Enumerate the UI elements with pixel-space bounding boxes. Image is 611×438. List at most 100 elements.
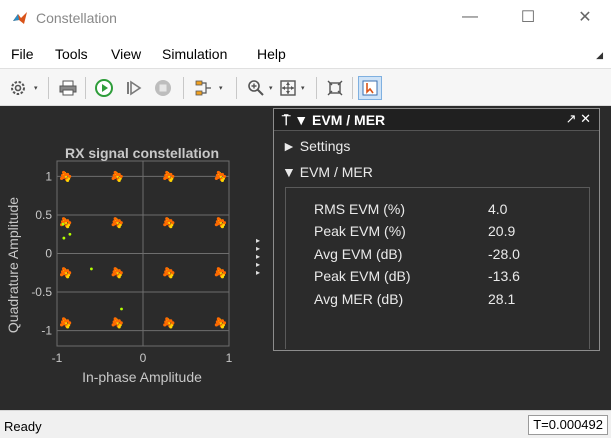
menu-tools[interactable]: Tools xyxy=(55,46,88,62)
zoom-dropdown-icon[interactable]: ▾ xyxy=(269,84,273,92)
status-bar: Ready T=0.000492 xyxy=(0,410,611,438)
settings-section-toggle[interactable]: ► Settings xyxy=(282,138,350,154)
axes-layer: -1 0 1 1 0.5 0 -0.5 -1 xyxy=(31,160,233,365)
metric-label: RMS EVM (%) xyxy=(314,201,405,217)
constellation-point xyxy=(222,321,226,325)
zoom-in-icon[interactable] xyxy=(246,78,266,98)
metric-label: Avg MER (dB) xyxy=(314,291,404,307)
metrics-table: RMS EVM (%) 4.0 Peak EVM (%) 20.9 Avg EV… xyxy=(285,187,590,349)
constellation-point xyxy=(66,225,70,229)
constellation-point xyxy=(117,178,121,183)
evm-mer-section-toggle[interactable]: ▼ EVM / MER xyxy=(282,164,373,180)
data-cursor-icon[interactable] xyxy=(358,76,382,100)
panel-header-controls[interactable]: ↗ ✕ xyxy=(566,111,591,127)
constellation-point xyxy=(214,273,218,277)
menu-bar: File Tools View Simulation Help ◢ xyxy=(0,38,611,68)
constellation-point xyxy=(214,323,218,327)
metric-value: 4.0 xyxy=(488,201,508,217)
signal-select-icon[interactable] xyxy=(194,78,214,98)
constellation-point xyxy=(64,219,68,223)
metric-value: 20.9 xyxy=(488,223,516,239)
constellation-point xyxy=(60,273,64,277)
metric-row: Avg MER (dB) 28.1 xyxy=(286,289,591,311)
constellation-point xyxy=(163,273,167,277)
constellation-point xyxy=(66,275,70,279)
outlier-point xyxy=(120,307,123,311)
fit-dropdown-icon[interactable]: ▾ xyxy=(301,84,305,92)
constellation-point xyxy=(115,269,119,273)
metric-row: Peak EVM (dB) -13.6 xyxy=(286,266,591,288)
constellation-point xyxy=(111,176,115,181)
constellation-point xyxy=(220,225,224,229)
constellation-point xyxy=(222,271,226,275)
chart-title: RX signal constellation xyxy=(65,145,219,161)
constellation-point xyxy=(214,223,218,227)
constellation-point xyxy=(171,174,175,179)
signal-select-dropdown-icon[interactable]: ▾ xyxy=(219,84,223,92)
close-button[interactable]: ✕ xyxy=(562,0,608,34)
constellation-point xyxy=(60,176,64,181)
minimize-button[interactable]: — xyxy=(447,0,493,34)
constellation-point xyxy=(169,178,173,183)
constellation-point xyxy=(171,221,175,225)
menu-simulation[interactable]: Simulation xyxy=(162,46,227,62)
print-icon[interactable] xyxy=(58,78,78,98)
constellation-point xyxy=(167,269,171,273)
constellation-point xyxy=(117,275,121,279)
constellation-point xyxy=(115,219,119,223)
constellation-point xyxy=(220,178,224,183)
constellation-point xyxy=(163,176,167,181)
menu-view[interactable]: View xyxy=(111,46,141,62)
constellation-point xyxy=(119,221,123,225)
toolbar-separator xyxy=(236,77,237,99)
maximize-button[interactable]: ☐ xyxy=(505,0,551,34)
outlier-point xyxy=(61,222,65,226)
constellation-point xyxy=(163,223,167,227)
metric-row: Peak EVM (%) 20.9 xyxy=(286,221,591,243)
metric-value: -28.0 xyxy=(488,246,520,262)
constellation-point xyxy=(111,223,115,227)
run-icon[interactable] xyxy=(94,78,114,98)
constellation-point xyxy=(222,174,226,179)
settings-icon[interactable] xyxy=(8,78,28,98)
stop-icon[interactable] xyxy=(153,78,173,98)
x-tick-label: -1 xyxy=(52,351,63,365)
constellation-point xyxy=(111,323,115,327)
step-forward-icon[interactable] xyxy=(124,78,144,98)
constellation-point xyxy=(117,225,121,229)
x-tick-label: 1 xyxy=(226,351,233,365)
panel-header: ⍑ ▼ EVM / MER ↗ ✕ xyxy=(274,109,599,131)
y-tick-label: 0 xyxy=(45,247,52,261)
constellation-point xyxy=(119,271,123,275)
menu-file[interactable]: File xyxy=(11,46,34,62)
constellation-point xyxy=(64,319,68,323)
constellation-point xyxy=(214,176,218,181)
evm-mer-panel: ⍑ ▼ EVM / MER ↗ ✕ ► Settings ▼ EVM / MER… xyxy=(273,108,600,351)
constellation-point xyxy=(220,325,224,329)
matlab-icon xyxy=(12,10,28,26)
constellation-point xyxy=(66,325,70,329)
outlier-point xyxy=(68,232,72,236)
panel-expand-handle[interactable]: ▸ ▸ ▸ ▸ ▸ xyxy=(256,237,264,277)
y-tick-label: 0.5 xyxy=(35,208,52,222)
metric-value: 28.1 xyxy=(488,291,516,307)
constellation-point xyxy=(119,321,123,325)
constellation-point xyxy=(119,174,123,179)
constellation-point xyxy=(169,275,173,279)
constellation-point xyxy=(171,321,175,325)
metric-row: RMS EVM (%) 4.0 xyxy=(286,199,591,221)
constellation-point xyxy=(68,321,72,325)
constellation-point xyxy=(218,319,222,323)
constellation-point xyxy=(66,178,70,183)
metric-row: Avg EVM (dB) -28.0 xyxy=(286,244,591,266)
menu-overflow-icon[interactable]: ◢ xyxy=(596,50,603,61)
toolbar-separator xyxy=(316,77,317,99)
menu-help[interactable]: Help xyxy=(257,46,286,62)
title-bar: Constellation — ☐ ✕ xyxy=(0,0,611,38)
panel-header-title[interactable]: ⍑ ▼ EVM / MER xyxy=(282,112,385,129)
outlier-point xyxy=(62,236,66,240)
autoscale-icon[interactable] xyxy=(325,78,345,98)
fit-to-view-icon[interactable] xyxy=(278,78,298,98)
toolbar-separator xyxy=(85,77,86,99)
settings-dropdown-icon[interactable]: ▾ xyxy=(34,84,38,92)
